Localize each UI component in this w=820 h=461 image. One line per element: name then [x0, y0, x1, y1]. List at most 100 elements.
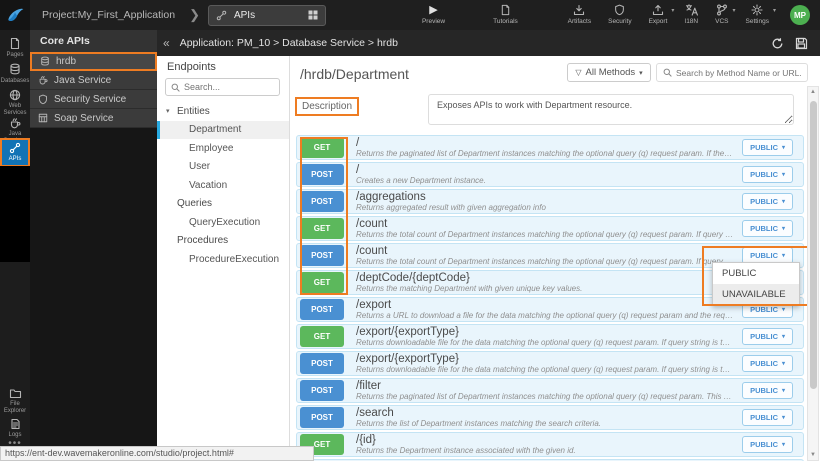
method-search-input[interactable] — [676, 68, 801, 78]
caret-down-icon: ▾ — [782, 171, 785, 178]
access-dropdown-button[interactable]: PUBLIC ▾ — [742, 355, 793, 372]
scroll-up-icon[interactable]: ▲ — [808, 89, 818, 95]
status-url-tooltip: https://ent-dev.wavemakeronline.com/stud… — [0, 446, 314, 461]
export-icon — [652, 4, 664, 16]
endpoint-row[interactable]: POST /aggregations Returns aggregated re… — [296, 189, 804, 214]
main-area: « Application: PM_10 > Database Service … — [157, 30, 820, 461]
tab-apis[interactable]: APIs — [208, 5, 326, 26]
access-dropdown-button[interactable]: PUBLIC ▾ — [742, 409, 793, 426]
sidebar-item-web-services[interactable]: Web Services — [0, 87, 30, 119]
tree-row[interactable]: Employee — [157, 139, 289, 158]
caret-down-icon: ▾ — [782, 144, 785, 151]
sidebar-item-file-explorer[interactable]: File Explorer — [0, 386, 30, 417]
play-icon: ▶ — [429, 4, 437, 16]
service-item-hrdb[interactable]: hrdb — [30, 52, 157, 71]
search-icon — [171, 83, 180, 92]
preview-button[interactable]: ▶ Preview — [422, 4, 445, 26]
service-item-security-service[interactable]: Security Service — [30, 90, 157, 109]
page-title: /hrdb/Department — [300, 66, 409, 82]
access-dropdown-button[interactable]: PUBLIC ▾ — [742, 328, 793, 345]
access-dropdown-button[interactable]: PUBLIC ▾ — [742, 166, 793, 183]
access-dropdown-button[interactable]: PUBLIC ▾ — [742, 382, 793, 399]
vcs-button[interactable]: ▾ VCS — [715, 4, 728, 26]
chevron-right-icon: ❯ — [189, 7, 200, 23]
breadcrumb-actions — [771, 37, 820, 50]
rail-label: APIs — [9, 156, 22, 163]
service-label: Java Service — [54, 75, 111, 86]
wavemaker-logo[interactable] — [0, 0, 30, 30]
tab-apis-label: APIs — [234, 10, 308, 21]
endpoints-search-input[interactable] — [184, 82, 264, 92]
caret-down-icon: ▾ — [782, 360, 785, 367]
artifacts-label: Artifacts — [568, 19, 591, 26]
content-area: /hrdb/Department ▽ All Methods ▾ Descrip… — [290, 56, 820, 461]
access-dropdown-button[interactable]: PUBLIC ▾ — [742, 220, 793, 237]
tree-row[interactable]: ProcedureExecution — [157, 250, 289, 269]
endpoint-description: Returns aggregated result with given agg… — [356, 203, 734, 213]
endpoints-search[interactable] — [165, 78, 280, 96]
caret-down-icon: ▾ — [773, 8, 776, 14]
search-icon — [663, 68, 672, 77]
endpoint-path: /export/{exportType} — [356, 353, 734, 365]
tree-caret-icon: ▾ — [166, 107, 173, 115]
endpoint-row[interactable]: POST / Creates a new Department instance… — [296, 162, 804, 187]
artifacts-button[interactable]: Artifacts — [568, 4, 591, 26]
all-methods-dropdown[interactable]: ▽ All Methods ▾ — [567, 63, 651, 82]
wavemaker-logo-icon — [5, 5, 25, 25]
scroll-down-icon[interactable]: ▼ — [808, 452, 818, 458]
endpoint-row[interactable]: POST /filter Returns the paginated list … — [296, 378, 804, 403]
access-menu-item[interactable]: UNAVAILABLE — [713, 284, 799, 305]
description-label: Description — [295, 97, 359, 116]
java-services-coffee-icon — [9, 117, 21, 129]
vertical-scrollbar[interactable]: ▲ ▼ — [807, 86, 819, 461]
method-badge: POST — [300, 407, 344, 428]
service-item-java-service[interactable]: Java Service — [30, 71, 157, 90]
service-item-soap-service[interactable]: Soap Service — [30, 109, 157, 128]
refresh-button[interactable] — [771, 37, 784, 50]
tree-row[interactable]: ▾ Entities — [157, 102, 289, 121]
endpoint-row[interactable]: GET /count Returns the total count of De… — [296, 216, 804, 241]
artifacts-icon — [573, 4, 585, 16]
endpoint-row[interactable]: GET / Returns the paginated list of Depa… — [296, 135, 804, 160]
access-dropdown-button[interactable]: PUBLIC ▾ — [742, 436, 793, 453]
access-dropdown-button[interactable]: PUBLIC ▾ — [742, 193, 793, 210]
description-textarea[interactable]: Exposes APIs to work with Department res… — [428, 94, 794, 125]
apis-icon — [9, 142, 21, 154]
tree-row[interactable]: Queries — [157, 195, 289, 214]
tree-row[interactable]: QueryExecution — [157, 213, 289, 232]
access-dropdown-button[interactable]: PUBLIC ▾ — [742, 139, 793, 156]
tree-row[interactable]: Department — [157, 121, 289, 140]
settings-button[interactable]: ▾ Settings — [746, 4, 770, 26]
endpoint-description: Returns downloadable file for the data m… — [356, 338, 734, 348]
endpoint-texts: /export/{exportType} Returns downloadabl… — [356, 326, 734, 348]
endpoint-description: Returns the list of Department instances… — [356, 419, 734, 429]
tutorials-button[interactable]: Tutorials — [493, 4, 518, 26]
endpoint-row[interactable]: GET /export/{exportType} Returns downloa… — [296, 324, 804, 349]
filter-icon: ▽ — [575, 68, 581, 77]
grid-icon[interactable] — [308, 10, 318, 20]
endpoint-texts: /{id} Returns the Department instance as… — [356, 434, 734, 456]
apis-icon — [216, 10, 227, 21]
endpoint-row[interactable]: POST /export/{exportType} Returns downlo… — [296, 351, 804, 376]
endpoint-row[interactable]: POST /search Returns the list of Departm… — [296, 405, 804, 430]
scrollbar-thumb[interactable] — [810, 101, 817, 389]
endpoint-row[interactable]: GET /{id} Returns the Department instanc… — [296, 432, 804, 457]
sidebar-item-apis[interactable]: APIs — [0, 138, 30, 167]
endpoint-texts: /export/{exportType} Returns downloadabl… — [356, 353, 734, 375]
endpoint-texts: /count Returns the total count of Depart… — [356, 218, 734, 240]
method-badge: GET — [300, 137, 344, 158]
user-avatar[interactable]: MP — [790, 5, 810, 25]
method-search[interactable] — [656, 63, 808, 82]
tree-row[interactable]: User — [157, 158, 289, 177]
security-button[interactable]: Security — [608, 4, 631, 26]
save-button[interactable] — [795, 37, 808, 50]
sidebar-item-pages[interactable]: Pages — [0, 35, 30, 61]
i18n-button[interactable]: I18N — [684, 4, 698, 26]
sidebar-item-databases[interactable]: Databases — [0, 61, 30, 87]
tree-row[interactable]: Procedures — [157, 232, 289, 251]
collapse-panel-icon[interactable]: « — [163, 36, 170, 50]
access-menu-item[interactable]: PUBLIC — [713, 263, 799, 284]
tree-row[interactable]: Vacation — [157, 176, 289, 195]
settings-label: Settings — [746, 19, 770, 26]
export-button[interactable]: ▾ Export — [649, 4, 668, 26]
